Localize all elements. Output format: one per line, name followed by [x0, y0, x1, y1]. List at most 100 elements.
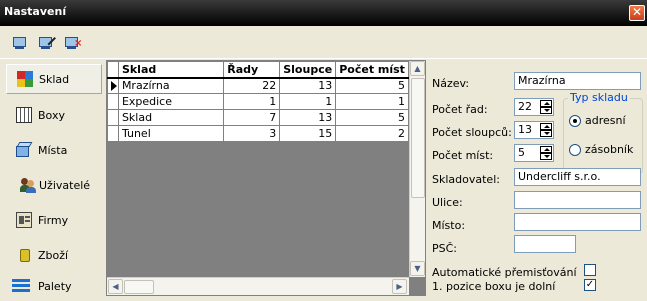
nav-label: Zboží	[38, 248, 69, 262]
pocet-rad-stepper[interactable]: 22	[514, 98, 554, 116]
spin-up-icon[interactable]	[540, 146, 552, 153]
cell-sklad[interactable]: Tunel	[117, 125, 225, 142]
misto-input[interactable]	[514, 213, 641, 231]
cell-rady[interactable]: 7	[223, 109, 281, 126]
cell-sloupce[interactable]: 13	[279, 109, 337, 126]
new-record-icon[interactable]	[12, 36, 28, 50]
nav-item-sklad[interactable]: Sklad	[6, 64, 102, 94]
table-row[interactable]: Sklad 7 13 5	[107, 109, 409, 126]
typ-skladu-group: Typ skladu adresní zásobník	[563, 91, 643, 174]
cell-pocet-mist[interactable]: 5	[335, 109, 409, 126]
pocet-sloupcu-label: Počet sloupců:	[432, 126, 512, 139]
scroll-down-icon[interactable]: ▼	[410, 261, 425, 276]
goods-icon	[16, 247, 32, 263]
pocet-mist-label: Počet míst:	[432, 149, 494, 162]
ulice-input[interactable]	[514, 191, 641, 209]
toolbar: ×	[0, 26, 647, 59]
vertical-scroll-thumb[interactable]	[411, 78, 425, 198]
pocet-sloupcu-stepper[interactable]: 13	[514, 121, 554, 139]
scroll-right-icon[interactable]: ▶	[392, 279, 407, 294]
grid-icon	[16, 107, 32, 123]
pallet-icon	[12, 278, 30, 294]
warehouse-icon	[17, 71, 33, 87]
cell-pocet-mist[interactable]: 1	[335, 93, 409, 110]
nav-item-zbozi[interactable]: Zboží	[6, 240, 102, 270]
auto-presun-checkbox[interactable]	[584, 264, 596, 276]
cell-sklad[interactable]: Mrazírna	[117, 77, 225, 94]
nav-item-firmy[interactable]: Firmy	[6, 205, 102, 235]
box-icon	[16, 142, 33, 158]
nazev-input[interactable]: Mrazírna	[514, 72, 641, 90]
cell-rady[interactable]: 22	[223, 77, 281, 94]
pocet-rad-value[interactable]: 22	[518, 100, 532, 113]
radio-adresni-label[interactable]: adresní	[585, 114, 626, 127]
spin-down-icon[interactable]	[540, 107, 552, 114]
cell-sklad[interactable]: Expedice	[117, 93, 225, 110]
grid-table: Sklad Řady Sloupce Počet míst Mrazírna 2…	[107, 61, 409, 142]
cell-rady[interactable]: 1	[223, 93, 281, 110]
nav-item-palety[interactable]: Palety	[6, 271, 102, 301]
nav-item-uzivatele[interactable]: Uživatelé	[6, 170, 102, 200]
nav-item-boxy[interactable]: Boxy	[6, 100, 102, 130]
cell-rady[interactable]: 3	[223, 125, 281, 142]
pozice-dolni-checkbox[interactable]: ✓	[584, 279, 596, 291]
cell-pocet-mist[interactable]: 2	[335, 125, 409, 142]
psc-input[interactable]	[514, 235, 576, 253]
nav-label: Firmy	[38, 213, 69, 227]
pocet-mist-value[interactable]: 5	[518, 146, 525, 159]
radio-zasobnik-label[interactable]: zásobník	[585, 143, 633, 156]
vertical-scrollbar[interactable]: ▲ ▼	[409, 61, 425, 277]
skladovatel-input[interactable]: Undercliff s.r.o.	[514, 168, 641, 186]
users-icon	[20, 177, 36, 193]
skladovatel-label: Skladovatel:	[432, 173, 500, 186]
close-button[interactable]: ✕	[629, 5, 645, 21]
current-row-pointer-icon	[111, 80, 117, 91]
delete-record-icon[interactable]: ×	[64, 36, 82, 50]
nazev-label: Název:	[432, 77, 470, 90]
row-selector[interactable]	[107, 109, 119, 126]
nav-label: Boxy	[38, 108, 65, 122]
pocet-sloupcu-value[interactable]: 13	[518, 123, 532, 136]
scroll-left-icon[interactable]: ◀	[108, 279, 123, 294]
table-row[interactable]: Tunel 3 15 2	[107, 125, 409, 142]
spin-down-icon[interactable]	[540, 153, 552, 160]
spin-down-icon[interactable]	[540, 130, 552, 137]
spin-up-icon[interactable]	[540, 123, 552, 130]
radio-zasobnik[interactable]	[569, 144, 581, 156]
cell-sloupce[interactable]: 1	[279, 93, 337, 110]
pocet-rad-label: Počet řad:	[432, 103, 488, 116]
radio-adresni[interactable]	[569, 115, 581, 127]
horizontal-scrollbar[interactable]: ◀ ▶	[107, 277, 409, 295]
title-bar: Nastavení ✕	[0, 0, 647, 26]
nav-label: Uživatelé	[39, 178, 91, 192]
cell-sklad[interactable]: Sklad	[117, 109, 225, 126]
row-selector[interactable]	[107, 125, 119, 142]
edit-record-icon[interactable]	[38, 36, 60, 50]
auto-presun-label: Automatické přemisťování	[432, 266, 577, 279]
spin-up-icon[interactable]	[540, 100, 552, 107]
table-row[interactable]: Expedice 1 1 1	[107, 93, 409, 110]
row-selector-header	[107, 61, 119, 79]
column-header-sklad[interactable]: Sklad	[117, 61, 225, 79]
row-selector[interactable]	[107, 93, 119, 110]
cell-sloupce[interactable]: 15	[279, 125, 337, 142]
column-header-sloupce[interactable]: Sloupce	[279, 61, 337, 79]
pocet-mist-stepper[interactable]: 5	[514, 144, 554, 162]
warehouse-grid[interactable]: Sklad Řady Sloupce Počet míst Mrazírna 2…	[106, 60, 426, 296]
nav-item-mista[interactable]: Místa	[6, 135, 102, 165]
horizontal-scroll-thumb[interactable]	[124, 280, 154, 294]
scroll-up-icon[interactable]: ▲	[410, 61, 425, 76]
nav-panel: Sklad Boxy Místa Uživatelé Firmy Zboží P…	[0, 60, 106, 301]
row-selector[interactable]	[107, 77, 119, 94]
close-icon[interactable]: ✕	[632, 5, 642, 19]
grid-header-row: Sklad Řady Sloupce Počet míst	[107, 61, 409, 79]
misto-label: Místo:	[432, 219, 466, 232]
column-header-rady[interactable]: Řady	[223, 61, 281, 79]
cell-pocet-mist[interactable]: 5	[335, 77, 409, 94]
cell-sloupce[interactable]: 13	[279, 77, 337, 94]
typ-skladu-title: Typ skladu	[568, 91, 630, 104]
table-row[interactable]: Mrazírna 22 13 5	[107, 77, 409, 94]
pozice-dolni-label: 1. pozice boxu je dolní	[432, 280, 556, 293]
column-header-pocet-mist[interactable]: Počet míst	[335, 61, 409, 79]
window-title: Nastavení	[4, 5, 67, 18]
